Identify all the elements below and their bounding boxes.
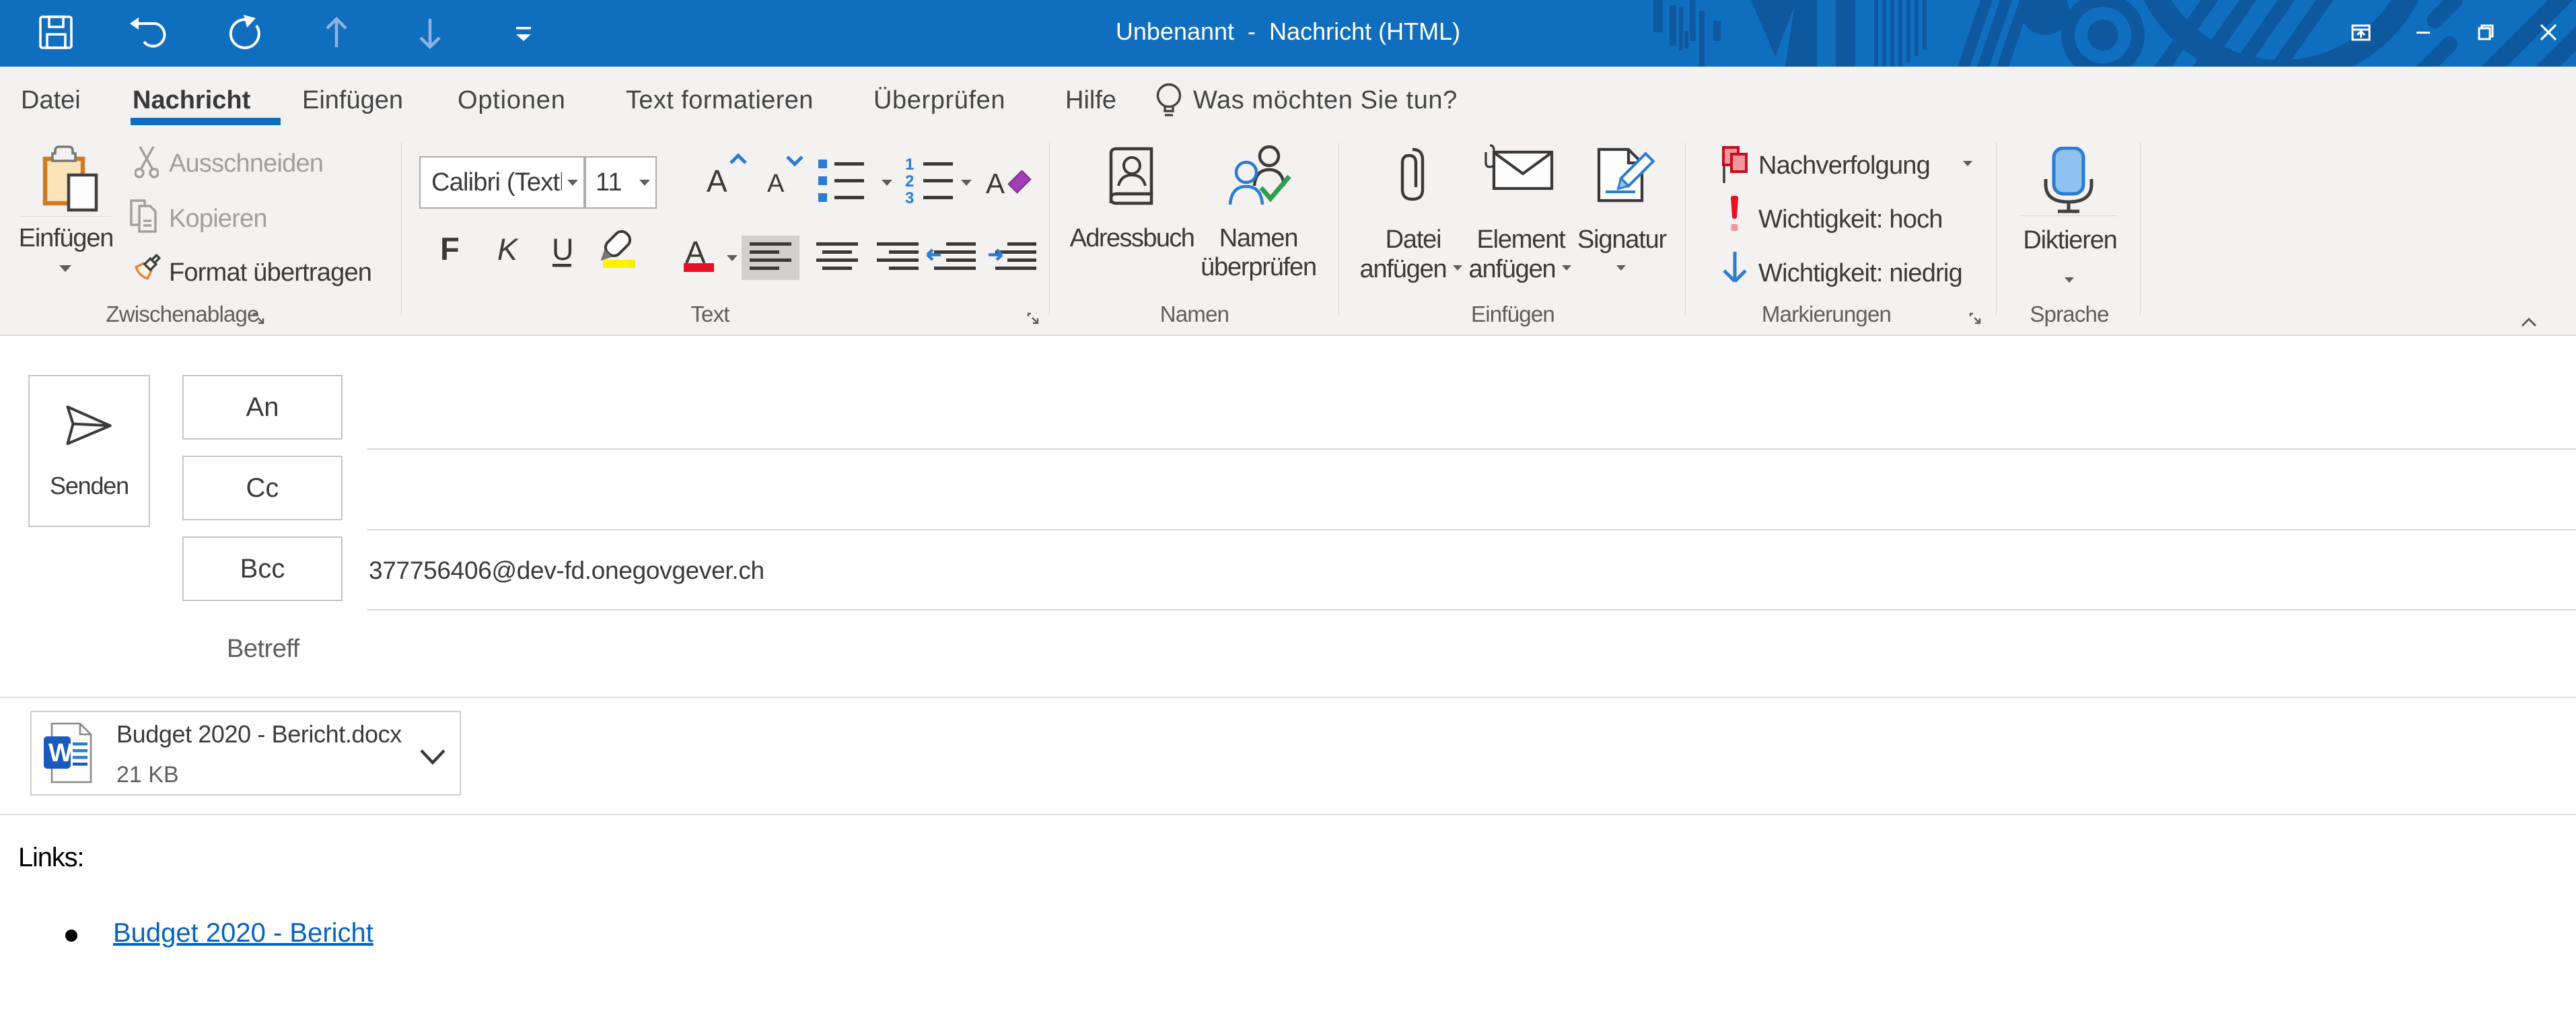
- svg-text:1: 1: [905, 155, 914, 174]
- svg-text:A: A: [767, 170, 785, 198]
- svg-text:W: W: [48, 739, 73, 767]
- svg-text:2: 2: [905, 172, 914, 190]
- svg-text:3: 3: [905, 189, 914, 207]
- svg-text:K: K: [497, 232, 519, 267]
- svg-text:F: F: [440, 231, 460, 267]
- svg-text:U: U: [552, 232, 574, 267]
- svg-text:A: A: [707, 164, 727, 199]
- svg-text:A: A: [986, 168, 1005, 199]
